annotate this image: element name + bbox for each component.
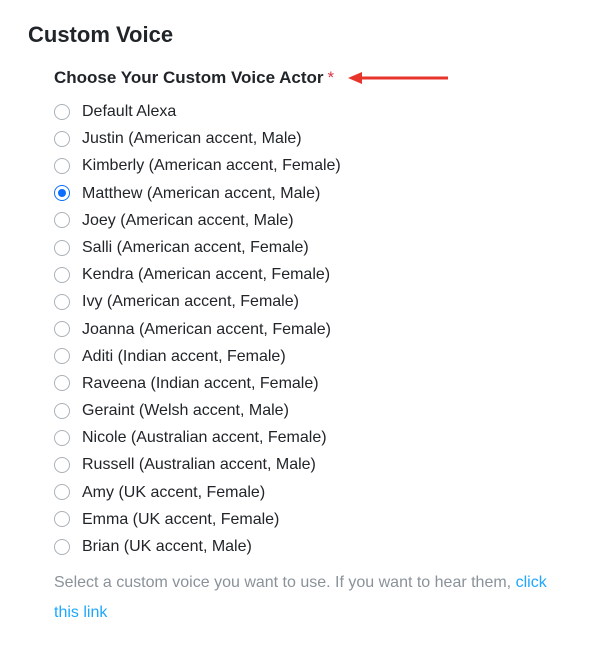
- voice-radio-item[interactable]: Joey (American accent, Male): [54, 207, 572, 234]
- voice-radio-item[interactable]: Justin (American accent, Male): [54, 125, 572, 152]
- radio-icon: [54, 348, 70, 364]
- voice-radio-item[interactable]: Kendra (American accent, Female): [54, 261, 572, 288]
- radio-icon: [54, 158, 70, 174]
- voice-radio-label: Brian (UK accent, Male): [82, 537, 252, 556]
- radio-icon: [54, 511, 70, 527]
- voice-radio-label: Salli (American accent, Female): [82, 238, 309, 257]
- radio-icon: [54, 185, 70, 201]
- radio-icon: [54, 375, 70, 391]
- radio-icon: [54, 539, 70, 555]
- form-label: Choose Your Custom Voice Actor: [54, 68, 324, 88]
- voice-radio-label: Russell (Australian accent, Male): [82, 455, 316, 474]
- voice-radio-item[interactable]: Aditi (Indian accent, Female): [54, 343, 572, 370]
- voice-radio-label: Nicole (Australian accent, Female): [82, 428, 327, 447]
- radio-icon: [54, 240, 70, 256]
- radio-icon: [54, 484, 70, 500]
- voice-radio-item[interactable]: Brian (UK accent, Male): [54, 533, 572, 560]
- voice-radio-item[interactable]: Amy (UK accent, Female): [54, 479, 572, 506]
- radio-icon: [54, 267, 70, 283]
- voice-radio-label: Emma (UK accent, Female): [82, 510, 279, 529]
- radio-icon: [54, 457, 70, 473]
- voice-radio-label: Matthew (American accent, Male): [82, 184, 320, 203]
- voice-radio-label: Joanna (American accent, Female): [82, 320, 331, 339]
- radio-icon: [54, 212, 70, 228]
- radio-icon: [54, 104, 70, 120]
- voice-radio-item[interactable]: Ivy (American accent, Female): [54, 288, 572, 315]
- voice-radio-label: Ivy (American accent, Female): [82, 292, 299, 311]
- voice-radio-label: Amy (UK accent, Female): [82, 483, 265, 502]
- voice-radio-label: Kimberly (American accent, Female): [82, 156, 341, 175]
- voice-radio-label: Joey (American accent, Male): [82, 211, 294, 230]
- voice-radio-item[interactable]: Geraint (Welsh accent, Male): [54, 397, 572, 424]
- voice-radio-label: Kendra (American accent, Female): [82, 265, 330, 284]
- voice-radio-label: Justin (American accent, Male): [82, 129, 302, 148]
- voice-radio-item[interactable]: Nicole (Australian accent, Female): [54, 424, 572, 451]
- voice-radio-label: Default Alexa: [82, 102, 176, 121]
- voice-actor-form-group: Choose Your Custom Voice Actor * Default…: [28, 68, 572, 627]
- voice-radio-label: Geraint (Welsh accent, Male): [82, 401, 289, 420]
- voice-radio-item[interactable]: Default Alexa: [54, 98, 572, 125]
- voice-radio-item[interactable]: Russell (Australian accent, Male): [54, 451, 572, 478]
- radio-icon: [54, 403, 70, 419]
- radio-icon: [54, 131, 70, 147]
- voice-radio-list: Default Alexa Justin (American accent, Ma…: [54, 98, 572, 560]
- voice-radio-item[interactable]: Emma (UK accent, Female): [54, 506, 572, 533]
- section-title: Custom Voice: [28, 22, 572, 48]
- voice-radio-item[interactable]: Raveena (Indian accent, Female): [54, 370, 572, 397]
- voice-radio-label: Raveena (Indian accent, Female): [82, 374, 319, 393]
- radio-icon: [54, 294, 70, 310]
- arrow-left-icon: [348, 70, 448, 86]
- help-text-content: Select a custom voice you want to use. I…: [54, 574, 516, 591]
- required-asterisk: *: [328, 68, 335, 88]
- voice-radio-item[interactable]: Kimberly (American accent, Female): [54, 152, 572, 179]
- radio-icon: [54, 430, 70, 446]
- voice-radio-item[interactable]: Joanna (American accent, Female): [54, 316, 572, 343]
- form-label-row: Choose Your Custom Voice Actor *: [54, 68, 572, 88]
- voice-radio-label: Aditi (Indian accent, Female): [82, 347, 286, 366]
- help-text: Select a custom voice you want to use. I…: [54, 568, 572, 627]
- voice-radio-item[interactable]: Matthew (American accent, Male): [54, 180, 572, 207]
- radio-icon: [54, 321, 70, 337]
- voice-radio-item[interactable]: Salli (American accent, Female): [54, 234, 572, 261]
